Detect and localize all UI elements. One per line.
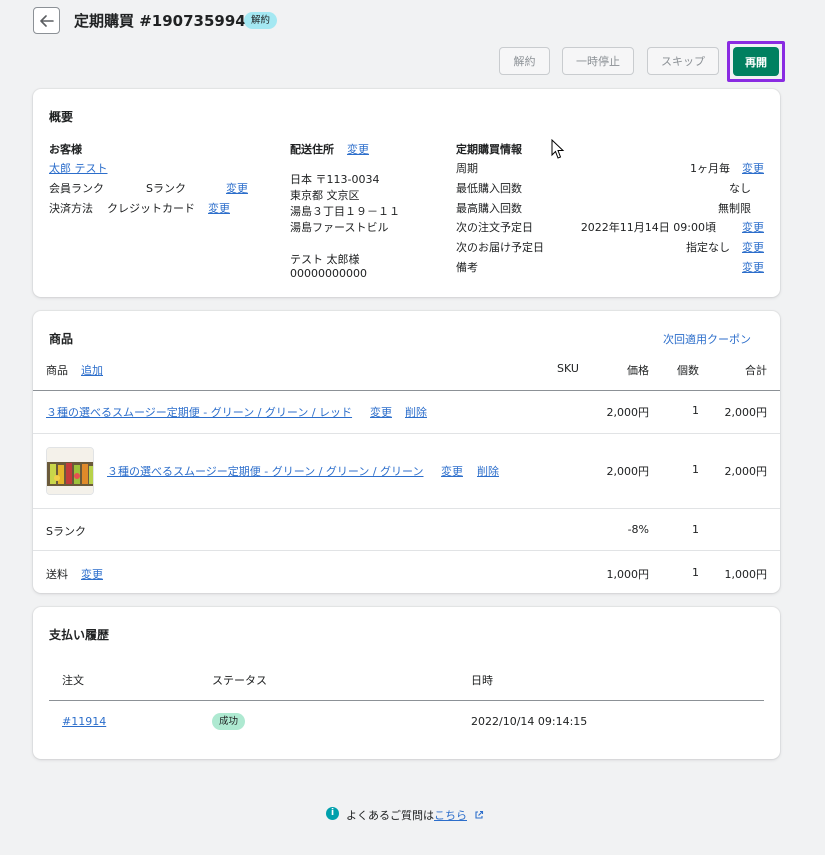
shipping-qty: 1 xyxy=(692,566,699,579)
shipping-price: 1,000円 xyxy=(606,568,650,581)
product-price: 2,000円 xyxy=(606,465,650,478)
product-change-link[interactable]: 変更 xyxy=(370,404,392,420)
back-button[interactable] xyxy=(33,7,60,34)
header-divider xyxy=(49,700,764,701)
sub-value-max: 無制限 xyxy=(718,202,751,215)
discount-qty: 1 xyxy=(692,523,699,536)
pause-button[interactable]: 一時停止 xyxy=(562,47,634,75)
product-qty: 1 xyxy=(692,404,699,417)
payment-change-link[interactable]: 変更 xyxy=(208,200,230,216)
shipping-total: 1,000円 xyxy=(724,568,768,581)
col-order: 注文 xyxy=(62,674,84,687)
products-card: 商品 次回適用クーポン 商品 追加 SKU 価格 個数 合計 ３種の選べるスムー… xyxy=(33,311,780,593)
next-coupon-link[interactable]: 次回適用クーポン xyxy=(663,331,751,347)
product-price: 2,000円 xyxy=(606,406,650,419)
row-divider xyxy=(33,550,780,551)
sub-label-next-order: 次の注文予定日 xyxy=(456,221,533,234)
product-link[interactable]: ３種の選べるスムージー定期便 - グリーン / グリーン / グリーン xyxy=(107,463,424,479)
shipping-change-link[interactable]: 変更 xyxy=(81,566,103,582)
product-qty: 1 xyxy=(692,463,699,476)
overview-card: 概要 お客様 太郎 テスト 会員ランク Sランク 変更 決済方法 クレジットカー… xyxy=(33,89,780,297)
subscription-heading: 定期購買情報 xyxy=(456,143,522,156)
arrow-left-icon xyxy=(39,14,54,27)
status-badge: 成功 xyxy=(212,713,246,730)
footer-help: よくあるご質問はこちら xyxy=(346,807,484,823)
page-title: 定期購買 #1907359949 xyxy=(74,12,257,30)
external-link-icon xyxy=(474,810,483,819)
resume-button[interactable]: 再開 xyxy=(733,47,779,76)
col-status: ステータス xyxy=(212,674,267,687)
status-badge: 解約 xyxy=(244,12,278,29)
smoothie-image-icon xyxy=(47,448,93,494)
sub-value-min: なし xyxy=(729,182,751,195)
overview-title: 概要 xyxy=(49,110,74,124)
recipient-name: テスト 太郎様 xyxy=(290,253,360,266)
recipient-phone: 00000000000 xyxy=(290,267,367,280)
resume-button-highlight: 再開 xyxy=(727,41,785,82)
payment-history-title: 支払い履歴 xyxy=(49,628,110,642)
rank-label: 会員ランク xyxy=(49,182,104,195)
sub-label-note: 備考 xyxy=(456,261,478,274)
col-price: 価格 xyxy=(627,364,649,377)
product-thumbnail xyxy=(46,447,94,495)
product-delete-link[interactable]: 削除 xyxy=(477,463,499,479)
discount-label: Sランク xyxy=(46,525,86,538)
row-divider xyxy=(33,508,780,509)
product-change-link[interactable]: 変更 xyxy=(441,463,463,479)
header-divider xyxy=(33,390,780,391)
payment-label: 決済方法 xyxy=(49,202,93,215)
payment-value: クレジットカード xyxy=(107,202,195,215)
sub-change-next-order[interactable]: 変更 xyxy=(742,219,764,235)
address-line-2: 東京都 文京区 xyxy=(290,189,360,202)
sub-value-next-order: 2022年11月14日 09:00頃 xyxy=(580,221,716,234)
customer-name-link[interactable]: 太郎 テスト xyxy=(49,160,108,176)
col-total: 合計 xyxy=(745,364,767,377)
sub-label-cycle: 周期 xyxy=(456,162,478,175)
address-line-1: 日本 〒113-0034 xyxy=(290,173,380,186)
shipping-change-link[interactable]: 変更 xyxy=(347,141,369,157)
order-link[interactable]: #11914 xyxy=(62,715,106,728)
col-product: 商品 xyxy=(46,364,68,377)
sub-change-cycle[interactable]: 変更 xyxy=(742,160,764,176)
products-title: 商品 xyxy=(49,332,74,346)
sub-label-min: 最低購入回数 xyxy=(456,182,522,195)
address-line-3: 湯島３丁目１９－１１ xyxy=(290,205,400,218)
address-line-4: 湯島ファーストビル xyxy=(290,221,389,234)
sub-change-next-delivery[interactable]: 変更 xyxy=(742,239,764,255)
mouse-cursor-icon xyxy=(551,139,565,159)
shipping-label: 送料 xyxy=(46,568,68,581)
col-qty: 個数 xyxy=(677,364,699,377)
product-delete-link[interactable]: 削除 xyxy=(405,404,427,420)
skip-button[interactable]: スキップ xyxy=(647,47,719,75)
product-total: 2,000円 xyxy=(724,406,768,419)
info-icon: i xyxy=(326,807,339,820)
sub-value-cycle: 1ヶ月毎 xyxy=(690,162,730,175)
sub-value-next-delivery: 指定なし xyxy=(686,241,730,254)
payment-date: 2022/10/14 09:14:15 xyxy=(471,715,588,728)
sub-label-max: 最高購入回数 xyxy=(456,202,522,215)
row-divider xyxy=(33,433,780,434)
rank-value: Sランク xyxy=(146,182,186,195)
product-link[interactable]: ３種の選べるスムージー定期便 - グリーン / グリーン / レッド xyxy=(46,404,352,420)
footer-text: よくあるご質問は xyxy=(346,809,434,822)
add-product-link[interactable]: 追加 xyxy=(81,362,103,378)
cancel-button[interactable]: 解約 xyxy=(499,47,550,75)
product-total: 2,000円 xyxy=(724,465,768,478)
rank-change-link[interactable]: 変更 xyxy=(226,180,248,196)
customer-heading: お客様 xyxy=(49,143,82,156)
shipping-heading: 配送住所 xyxy=(290,143,334,156)
col-date: 日時 xyxy=(471,674,493,687)
payment-history-card: 支払い履歴 注文 ステータス 日時 #11914 成功 2022/10/14 0… xyxy=(33,607,780,759)
sub-change-note[interactable]: 変更 xyxy=(742,259,764,275)
footer-help-link[interactable]: こちら xyxy=(434,809,467,822)
sub-label-next-delivery: 次のお届け予定日 xyxy=(456,241,544,254)
col-sku: SKU xyxy=(557,362,579,375)
discount-price: -8% xyxy=(627,523,649,536)
